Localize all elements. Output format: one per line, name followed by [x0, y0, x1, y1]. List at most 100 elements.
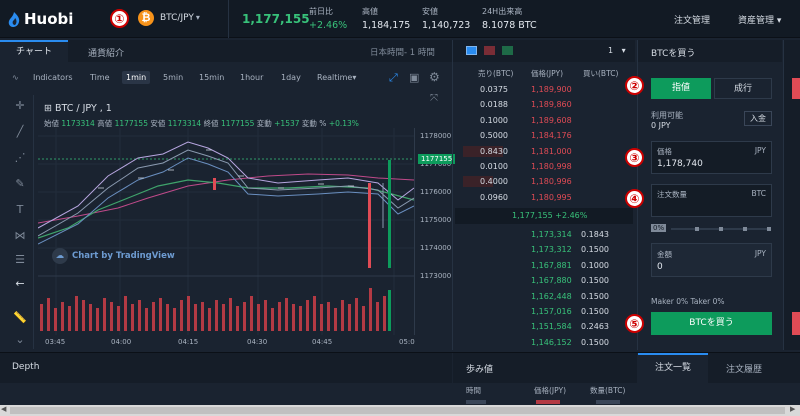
trades-header-price: 価格(JPY) — [534, 386, 567, 395]
scrollbar-thumb[interactable] — [10, 407, 785, 414]
current-price-label: 1177155 — [418, 154, 456, 164]
indicators-button[interactable]: Indicators — [33, 73, 73, 82]
fee-info: Maker 0% Taker 0% — [651, 297, 725, 306]
crosshair-icon[interactable]: ✛ — [11, 99, 29, 112]
interval-15min[interactable]: 15min — [199, 73, 224, 82]
x-tick: 04:00 — [111, 338, 132, 346]
quantity-slider[interactable]: 0% — [651, 224, 772, 233]
timezone-label: 日本時間- 1 時間 — [370, 48, 435, 58]
annotation-badge-1: ① — [110, 9, 129, 28]
bitcoin-icon: ₿ — [138, 10, 154, 26]
scroll-right-icon[interactable]: ▶ — [790, 405, 795, 413]
sell-tab-edge[interactable] — [792, 78, 800, 99]
depth-panel — [0, 353, 452, 383]
indicator-icon: ∿ — [12, 73, 19, 82]
nav-asset-management[interactable]: 資産管理 ▾ — [738, 13, 781, 26]
last-price: 1,177,155 — [242, 12, 310, 26]
deposit-button[interactable]: 入金 — [744, 111, 772, 126]
ask-row[interactable]: 0.0188 1,189,860 — [463, 97, 583, 112]
ob-header-price: 価格(JPY) — [531, 69, 564, 78]
available-label: 利用可能 — [651, 111, 683, 120]
bid-row[interactable]: 1,151,584 0.2463 — [463, 319, 623, 334]
y-tick: 1175000 — [420, 216, 452, 224]
limit-order-tab[interactable]: 指値 — [651, 78, 711, 99]
bid-row[interactable]: 1,146,152 0.1500 — [463, 335, 623, 350]
ask-row[interactable]: 0.8430 1,181,000 — [463, 144, 583, 159]
interval-1hour[interactable]: 1hour — [240, 73, 263, 82]
nav-order-management[interactable]: 注文管理 — [674, 13, 710, 26]
pitchfork-icon[interactable]: ⋰ — [11, 151, 29, 164]
ask-row[interactable]: 0.0100 1,180,998 — [463, 159, 583, 174]
tab-currency-info[interactable]: 通貨紹介 — [88, 46, 124, 59]
y-tick: 1174000 — [420, 244, 452, 252]
available-balance: 0 JPY — [651, 121, 671, 130]
bid-row[interactable]: 1,173,312 0.1500 — [463, 242, 623, 257]
cloud-icon: ☁ — [52, 248, 68, 264]
interval-1min[interactable]: 1min — [122, 71, 151, 84]
pattern-icon[interactable]: ⋈ — [11, 229, 29, 242]
tab-chart[interactable]: チャート — [0, 40, 68, 62]
fullscreen-icon[interactable]: ⤧ — [430, 93, 438, 104]
book-asks-icon[interactable] — [484, 46, 495, 55]
arrow-left-icon[interactable]: ← — [11, 277, 29, 290]
annotation-badge-3: ③ — [625, 148, 644, 167]
drawing-toolbar: ✛ ╱ ⋰ ✎ T ⋈ ☰ ← 📏 ⌄ — [6, 95, 34, 349]
y-axis: 1178000 1177000 1176000 1175000 1174000 … — [414, 128, 456, 335]
book-both-icon[interactable] — [466, 46, 477, 55]
buy-btc-button[interactable]: BTCを買う — [651, 312, 772, 335]
realtime-dropdown[interactable]: Realtime▾ — [317, 73, 356, 82]
interval-1day[interactable]: 1day — [281, 73, 301, 82]
book-bids-icon[interactable] — [502, 46, 513, 55]
price-input[interactable]: 価格 JPY 1,178,740 — [651, 141, 772, 174]
stat-low: 安値 1,140,723 — [422, 7, 471, 31]
ask-row[interactable]: 0.5000 1,184,176 — [463, 128, 583, 143]
compare-icon[interactable]: ⤢ — [389, 71, 398, 85]
bid-row[interactable]: 1,157,016 0.1500 — [463, 304, 623, 319]
bid-row[interactable]: 1,167,881 0.1000 — [463, 258, 623, 273]
trades-header-time: 時間 — [466, 386, 481, 395]
annotation-badge-2: ② — [625, 76, 644, 95]
brush-icon[interactable]: ✎ — [11, 177, 29, 190]
pair-selector[interactable]: BTC/JPY ▾ — [160, 13, 200, 23]
stat-high: 高値 1,184,175 — [362, 7, 411, 31]
ask-row[interactable]: 0.0960 1,180,995 — [463, 190, 583, 205]
stat-change: 前日比 +2.46% — [309, 7, 348, 31]
interval-time[interactable]: Time — [90, 73, 110, 82]
bid-row[interactable]: 1,173,314 0.1843 — [463, 227, 623, 242]
buy-form-title: BTCを買う — [651, 49, 696, 59]
tab-order-history[interactable]: 注文履歴 — [726, 362, 762, 375]
gear-icon[interactable]: ⚙ — [429, 70, 440, 84]
quantity-input[interactable]: 注文数量 BTC — [651, 184, 772, 217]
scroll-left-icon[interactable]: ◀ — [1, 405, 6, 413]
text-tool-icon[interactable]: T — [11, 203, 29, 216]
trendline-icon[interactable]: ╱ — [11, 125, 29, 138]
annotation-badge-5: ⑤ — [625, 314, 644, 333]
chevron-down-icon[interactable]: ⌄ — [11, 333, 29, 346]
x-tick: 04:45 — [312, 338, 333, 346]
depth-select[interactable]: 1 ▾ — [608, 46, 626, 55]
huobi-logo[interactable]: Huobi — [8, 10, 73, 28]
ruler-icon[interactable]: 📏 — [11, 311, 29, 324]
chevron-down-icon: ▾ — [195, 13, 200, 22]
forecast-icon[interactable]: ☰ — [11, 253, 29, 266]
tradingview-watermark[interactable]: ☁ Chart by TradingView — [52, 248, 175, 264]
tab-open-orders[interactable]: 注文一覧 — [638, 353, 708, 383]
expand-icon: ⊞ — [44, 103, 55, 114]
trades-title: 歩み値 — [466, 365, 494, 375]
x-tick: 03:45 — [45, 338, 66, 346]
bid-row[interactable]: 1,167,880 0.1500 — [463, 273, 623, 288]
bid-row[interactable]: 1,162,448 0.1500 — [463, 289, 623, 304]
bids-list: 1,173,314 0.1843 1,173,312 0.1500 1,167,88… — [463, 227, 623, 352]
flame-icon — [8, 12, 20, 27]
ask-row[interactable]: 0.1000 1,189,608 — [463, 113, 583, 128]
interval-5min[interactable]: 5min — [163, 73, 183, 82]
camera-icon[interactable]: ▣ — [409, 71, 419, 84]
ask-row[interactable]: 0.4000 1,180,996 — [463, 174, 583, 189]
mid-price: 1,177,155 +2.46% — [512, 211, 588, 220]
ask-row[interactable]: 0.0375 1,189,900 — [463, 82, 583, 97]
x-tick: 04:15 — [178, 338, 199, 346]
y-tick: 1176000 — [420, 188, 452, 196]
market-order-tab[interactable]: 成行 — [714, 78, 772, 99]
depth-title: Depth — [12, 362, 40, 372]
sell-button-edge[interactable] — [792, 312, 800, 335]
